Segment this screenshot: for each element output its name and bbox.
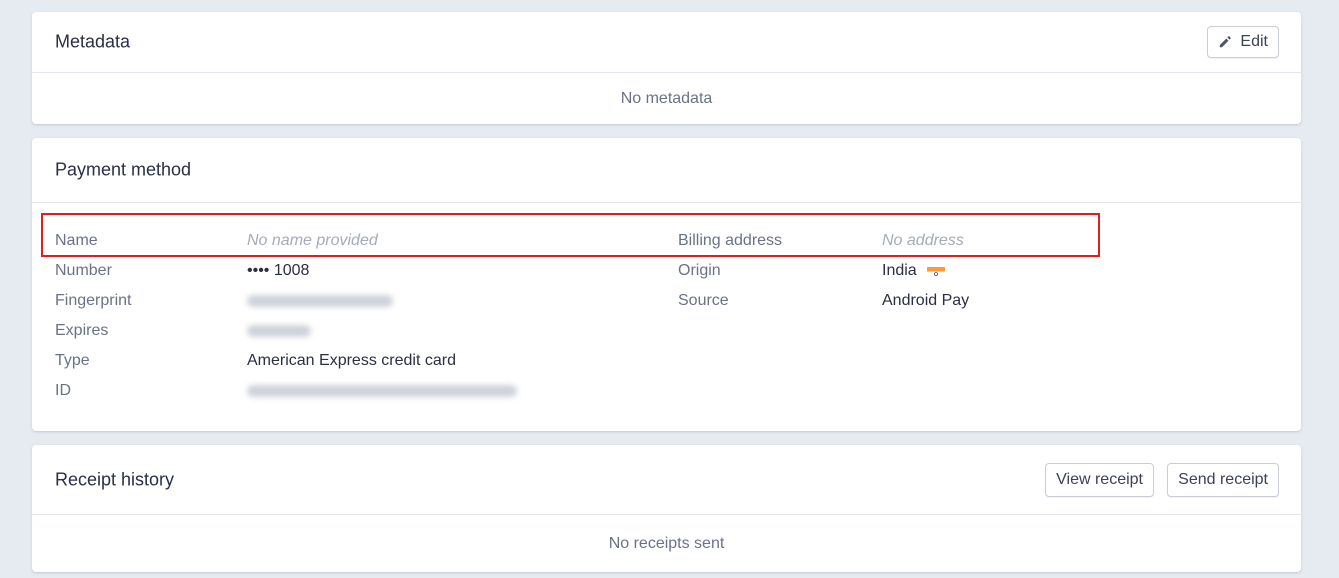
redacted-text [247, 294, 393, 307]
fingerprint-value [247, 286, 393, 316]
metadata-title: Metadata [55, 31, 131, 52]
receipt-history-title: Receipt history [55, 469, 175, 489]
type-value: American Express credit card [247, 352, 456, 369]
name-value: No name provided [247, 232, 378, 249]
metadata-card: Metadata Edit No metadata [32, 12, 1301, 124]
send-receipt-button[interactable]: Send receipt [1167, 462, 1279, 497]
source-label: Source [678, 292, 729, 309]
view-receipt-button[interactable]: View receipt [1045, 462, 1154, 497]
origin-country: India [882, 262, 917, 279]
id-label: ID [55, 382, 71, 399]
origin-value: India [882, 256, 945, 286]
expires-value [247, 316, 311, 346]
origin-label: Origin [678, 262, 721, 279]
receipt-history-empty-text: No receipts sent [608, 535, 725, 552]
name-label: Name [55, 232, 98, 249]
expires-label: Expires [55, 322, 109, 339]
payment-method-title: Payment method [55, 159, 192, 180]
pencil-icon [1218, 35, 1232, 49]
type-label: Type [55, 352, 90, 369]
payment-details: Name No name provided Number •••• 1008 F… [32, 202, 1301, 431]
payment-method-header: Payment method [32, 138, 1301, 203]
redacted-text [247, 384, 517, 397]
redacted-text [247, 324, 311, 337]
india-flag-icon [926, 262, 945, 276]
payment-method-card: Payment method Name No name provided Num… [32, 138, 1301, 431]
receipt-history-header: Receipt history View receipt Send receip… [32, 445, 1301, 515]
edit-metadata-button[interactable]: Edit [1207, 26, 1279, 58]
source-value: Android Pay [882, 292, 970, 309]
edit-button-label: Edit [1240, 33, 1268, 50]
fingerprint-label: Fingerprint [55, 292, 132, 309]
id-value [247, 376, 517, 406]
metadata-header: Metadata Edit [32, 12, 1301, 73]
number-label: Number [55, 262, 112, 279]
receipt-history-card: Receipt history View receipt Send receip… [32, 445, 1301, 572]
billing-address-label: Billing address [678, 232, 783, 249]
billing-address-value: No address [882, 232, 964, 249]
metadata-empty-text: No metadata [620, 90, 713, 107]
number-value: •••• 1008 [247, 262, 310, 279]
